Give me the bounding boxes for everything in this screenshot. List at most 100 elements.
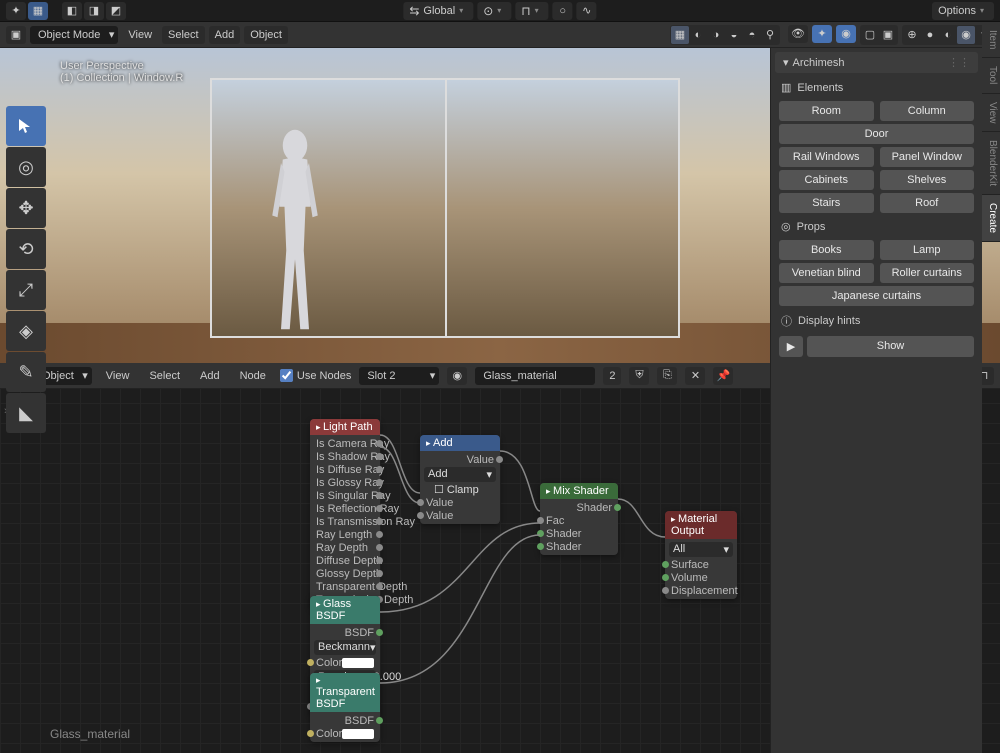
books-button[interactable]: Books: [779, 240, 874, 260]
shading-matprev-icon[interactable]: ◐: [939, 26, 957, 44]
elements-subheader: ▥ Elements: [775, 77, 978, 98]
archimesh-title: Archimesh: [793, 57, 845, 69]
glass-color-swatch[interactable]: [342, 658, 374, 668]
header-center-group: ⇆ Global ▾ ⊙▾ ⊓▾ ○ ∿: [403, 2, 596, 20]
transparent-color-swatch[interactable]: [342, 729, 374, 739]
transform-orientation-select[interactable]: ⇆ Global ▾: [403, 2, 473, 20]
play-button[interactable]: ▶: [779, 336, 803, 357]
material-users-count[interactable]: 2: [603, 367, 621, 385]
overlay-btn-3[interactable]: ◑: [707, 26, 725, 44]
blender-icon[interactable]: ✦: [6, 2, 26, 20]
light-path-node[interactable]: ▸ Light Path Is Camera Ray Is Shadow Ray…: [310, 419, 380, 608]
material-name-field[interactable]: Glass_material: [475, 367, 595, 385]
output-target-field[interactable]: All▾: [669, 542, 733, 557]
cabinets-button[interactable]: Cabinets: [779, 170, 874, 190]
shading-render-icon[interactable]: ◉: [957, 26, 975, 44]
use-nodes-checkbox[interactable]: Use Nodes: [280, 369, 351, 382]
snap-select[interactable]: ⊓▾: [515, 2, 548, 20]
overlay-btn-5[interactable]: ◓: [743, 26, 761, 44]
editor-type-icon[interactable]: ▣: [6, 26, 26, 44]
stairs-button[interactable]: Stairs: [779, 193, 874, 213]
pivot-select[interactable]: ⊙▾: [477, 2, 511, 20]
options-dropdown[interactable]: Options ▾: [932, 2, 994, 20]
node-title: ▸ Add: [420, 435, 500, 451]
japanese-curtains-button[interactable]: Japanese curtains: [779, 286, 974, 306]
wave-icon[interactable]: ∿: [577, 2, 597, 20]
view-menu[interactable]: View: [122, 26, 158, 44]
column-button[interactable]: Column: [880, 101, 975, 121]
select-mode-icon-1[interactable]: ◧: [62, 2, 82, 20]
duplicate-icon[interactable]: ⎘: [657, 367, 677, 385]
material-output-node[interactable]: ▸ Material Output All▾ Surface Volume Di…: [665, 511, 737, 599]
selectability-group: ▦ ◐ ◑ ◒ ◓ ⚲: [670, 25, 780, 45]
transparent-bsdf-node[interactable]: ▸ Transparent BSDF BSDF Color: [310, 673, 380, 742]
overlay-btn-6[interactable]: ⚲: [761, 26, 779, 44]
sidebar-tab-strip: Item Tool View BlenderKit Create: [982, 22, 1000, 242]
tab-blenderkit[interactable]: BlenderKit: [982, 132, 1000, 195]
pin-icon[interactable]: 📌: [713, 367, 733, 385]
object-menu[interactable]: Object: [244, 26, 288, 44]
lamp-button[interactable]: Lamp: [880, 240, 975, 260]
overlay-btn-4[interactable]: ◒: [725, 26, 743, 44]
node-title: ▸ Material Output: [665, 511, 737, 539]
tab-create[interactable]: Create: [982, 195, 1000, 242]
select-mode-icon-2[interactable]: ◨: [84, 2, 104, 20]
roller-curtains-button[interactable]: Roller curtains: [880, 263, 975, 283]
shading-wire-icon[interactable]: ⊕: [903, 26, 921, 44]
shield-icon[interactable]: ⛨: [629, 367, 649, 385]
shelves-button[interactable]: Shelves: [880, 170, 975, 190]
shading-solid-icon[interactable]: ●: [921, 26, 939, 44]
node-node-menu[interactable]: Node: [234, 367, 272, 385]
shading-group: ⊕ ● ◐ ◉ ▾: [902, 25, 994, 45]
rotate-tool[interactable]: ⟲: [6, 229, 46, 269]
cursor-tool-icon[interactable]: ▦: [28, 2, 48, 20]
panel-window-button[interactable]: Panel Window: [880, 147, 975, 167]
chevron-down-icon: ▾: [459, 6, 463, 15]
mix-shader-node[interactable]: ▸ Mix Shader Shader Fac Shader Shader: [540, 483, 618, 555]
select-mode-icon-3[interactable]: ◩: [106, 2, 126, 20]
proportional-icon[interactable]: ○: [553, 2, 573, 20]
add-node[interactable]: ▸ Add Value Add▾ ☐ Clamp Value Value: [420, 435, 500, 524]
measure-tool[interactable]: ◣: [6, 393, 46, 433]
add-menu[interactable]: Add: [209, 26, 241, 44]
main-header: ✦ ▦ ◧ ◨ ◩ ⇆ Global ▾ ⊙▾ ⊓▾ ○ ∿ Options ▾: [0, 0, 1000, 22]
select-box-tool[interactable]: [6, 106, 46, 146]
roof-button[interactable]: Roof: [880, 193, 975, 213]
unlink-icon[interactable]: ✕: [685, 367, 705, 385]
xray-btn-1[interactable]: ▢: [861, 26, 879, 44]
main-area: ◎ ✥ ⟲ ⤢ ◈ ✎ ◣ User Perspective (1) Colle…: [0, 48, 1000, 753]
gizmo-toggle-icon[interactable]: ✦: [812, 25, 832, 43]
material-icon[interactable]: ◉: [447, 367, 467, 385]
node-title: ▸ Transparent BSDF: [310, 673, 380, 712]
overlay-toggle-icon[interactable]: ◉: [836, 25, 856, 43]
add-mode-field[interactable]: Add▾: [424, 467, 496, 482]
visibility-icon[interactable]: 👁: [788, 25, 808, 43]
node-select-menu[interactable]: Select: [143, 367, 186, 385]
slot-select[interactable]: Slot 2▾: [359, 367, 439, 385]
overlay-btn-2[interactable]: ◐: [689, 26, 707, 44]
move-tool[interactable]: ✥: [6, 188, 46, 228]
room-button[interactable]: Room: [779, 101, 874, 121]
show-button[interactable]: Show: [807, 336, 974, 357]
xray-btn-2[interactable]: ▣: [879, 26, 897, 44]
overlay-btn-1[interactable]: ▦: [671, 26, 689, 44]
props-label: Props: [797, 221, 826, 233]
archimesh-header[interactable]: ▾ Archimesh ⋮⋮: [775, 52, 978, 73]
props-icon: ◎: [781, 220, 791, 233]
rail-windows-button[interactable]: Rail Windows: [779, 147, 874, 167]
node-add-menu[interactable]: Add: [194, 367, 226, 385]
mode-select[interactable]: Object Mode ▾: [30, 26, 118, 44]
select-menu[interactable]: Select: [162, 26, 205, 44]
node-view-menu[interactable]: View: [100, 367, 136, 385]
venetian-blind-button[interactable]: Venetian blind: [779, 263, 874, 283]
cursor-tool[interactable]: ◎: [6, 147, 46, 187]
tab-item[interactable]: Item: [982, 22, 1000, 58]
grip-icon[interactable]: ⋮⋮: [948, 56, 970, 69]
tab-view[interactable]: View: [982, 94, 1000, 133]
transform-tool[interactable]: ◈: [6, 311, 46, 351]
glass-dist-field[interactable]: Beckmann▾: [314, 640, 376, 655]
annotate-tool[interactable]: ✎: [6, 352, 46, 392]
scale-tool[interactable]: ⤢: [6, 270, 46, 310]
tab-tool[interactable]: Tool: [982, 58, 1000, 93]
door-button[interactable]: Door: [779, 124, 974, 144]
